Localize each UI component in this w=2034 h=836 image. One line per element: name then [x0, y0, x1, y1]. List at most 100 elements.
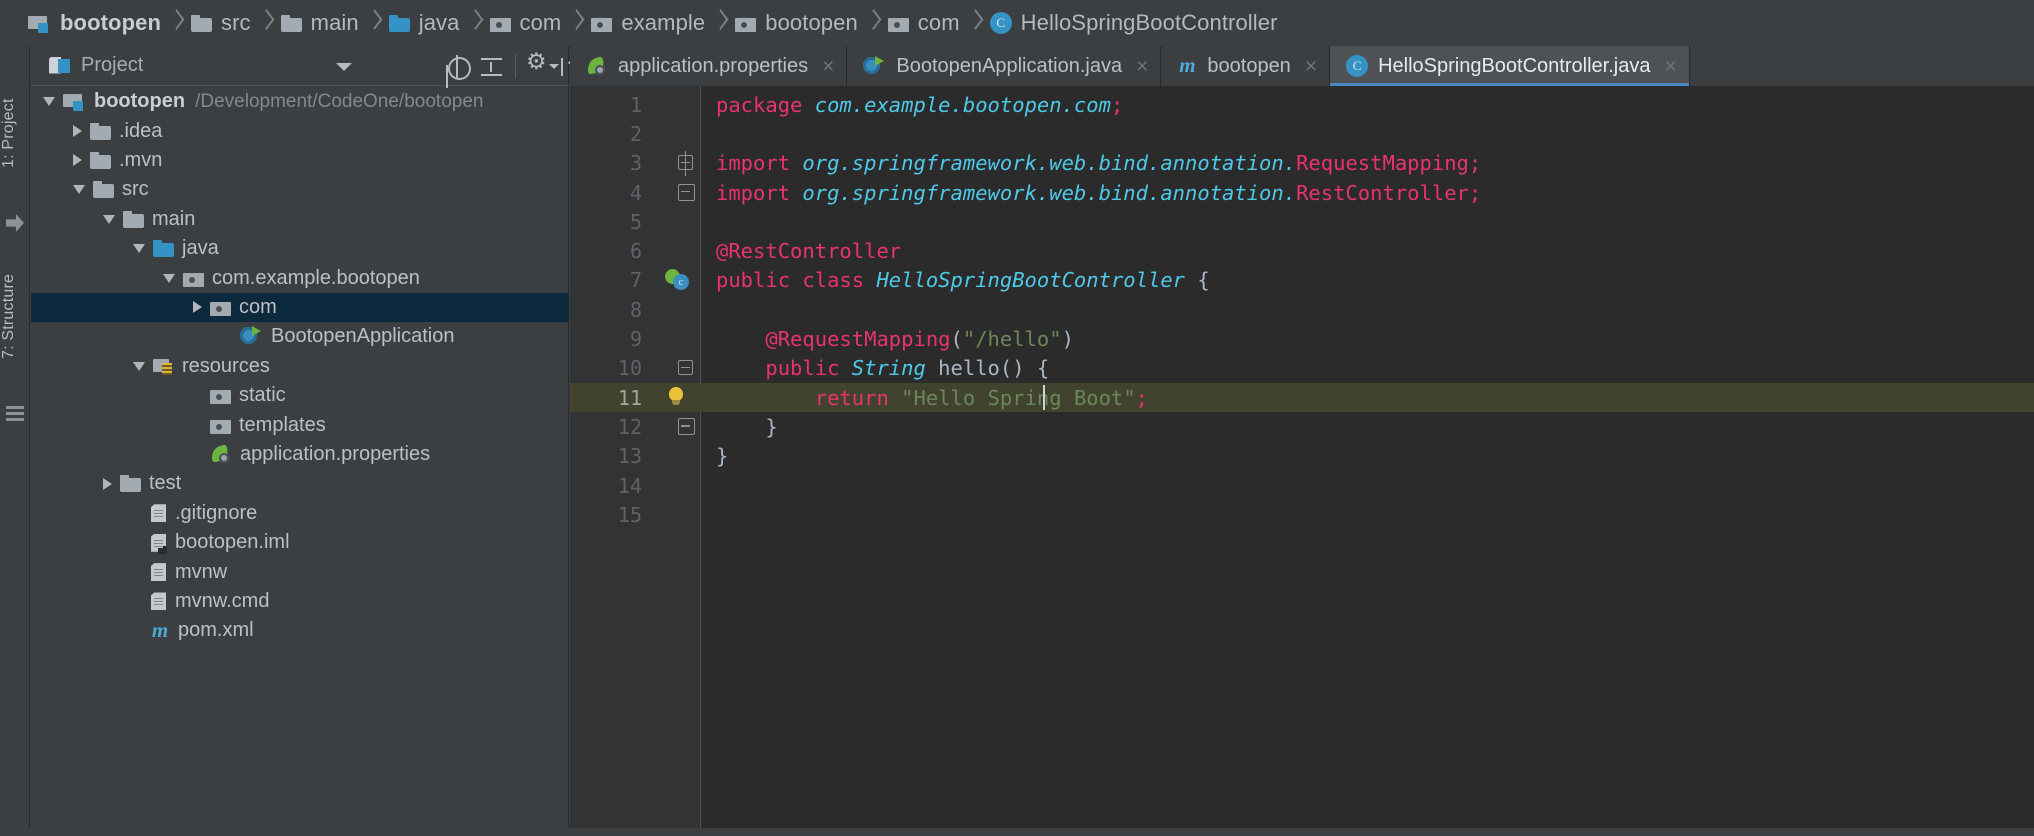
folder-icon	[191, 14, 212, 32]
breadcrumb-item-src[interactable]: src	[191, 0, 251, 46]
code-line[interactable]: 11 return "Hello Spring Boot";	[570, 383, 2034, 413]
tree-item-application-properties[interactable]: application.properties	[31, 440, 569, 469]
breadcrumb-item-example[interactable]: example	[591, 0, 705, 46]
tree-item-label: .mvn	[119, 148, 163, 171]
code-line[interactable]: 9 @RequestMapping("/hello")	[570, 324, 2034, 353]
tree-item-label: bootopen	[94, 90, 186, 113]
code-line[interactable]: 3 import org.springframework.web.bind.ann…	[570, 149, 2034, 178]
chevron-right-icon[interactable]	[73, 154, 82, 167]
breadcrumb-item-label: bootopen	[60, 10, 161, 35]
tree-item-com[interactable]: com	[31, 292, 569, 323]
editor-tab-hellospringbootcontroller-java[interactable]: C HelloSpringBootController.java ×	[1330, 46, 1690, 86]
chevron-down-icon[interactable]	[103, 214, 115, 224]
package-icon	[735, 15, 757, 32]
tree-item-mvnw[interactable]: mvnw	[31, 557, 569, 586]
project-arrow-icon	[6, 214, 24, 232]
close-icon[interactable]: ×	[1136, 56, 1148, 77]
code-fold-toggle-icon[interactable]	[678, 154, 696, 173]
code-line[interactable]: 13}	[570, 442, 2034, 471]
code-line[interactable]: 5	[570, 207, 2034, 236]
tree-item-src[interactable]: src	[31, 175, 569, 204]
tree-item--gitignore[interactable]: .gitignore	[31, 499, 569, 528]
tree-item-mvnw-cmd[interactable]: mvnw.cmd	[31, 587, 569, 616]
tree-item-templates[interactable]: templates	[31, 410, 569, 439]
tree-item-label: templates	[239, 413, 326, 436]
code-fold-toggle-icon[interactable]	[678, 418, 695, 436]
code-fold-toggle-icon[interactable]	[678, 183, 695, 201]
spring-bean-icon[interactable]	[665, 268, 689, 291]
line-number: 8	[629, 297, 642, 322]
tree-item-bootopenapplication[interactable]: BootopenApplication	[31, 322, 569, 351]
code-line[interactable]: 4 import org.springframework.web.bind.ann…	[570, 178, 2034, 207]
code-line[interactable]: 1 package com.example.bootopen.com;	[570, 90, 2034, 119]
code-line[interactable]: 7 public class HelloSpringBootController …	[570, 266, 2034, 295]
code-line[interactable]: 14	[570, 471, 2034, 500]
line-number: 5	[629, 209, 642, 234]
close-icon[interactable]: ×	[1664, 56, 1676, 77]
editor-tab-application-properties[interactable]: application.properties ×	[570, 46, 848, 86]
breadcrumb-item-hellospringbootcontroller[interactable]: C HelloSpringBootController	[989, 0, 1278, 46]
chevron-down-icon[interactable]	[133, 244, 145, 254]
tool-window-button-project[interactable]: 1: Project	[0, 58, 30, 208]
tree-item-main[interactable]: main	[31, 205, 569, 234]
tree-item-label: pom.xml	[178, 619, 254, 642]
close-icon[interactable]: ×	[1305, 56, 1317, 77]
code-line[interactable]: 15	[570, 500, 2034, 529]
code-editor[interactable]: 1 package com.example.bootopen.com; 2 3 impo…	[570, 86, 2034, 836]
gear-icon[interactable]	[526, 48, 551, 79]
tree-item--idea[interactable]: .idea	[31, 116, 569, 145]
breadcrumb-item-bootopen[interactable]: bootopen	[735, 0, 858, 46]
project-tree[interactable]: bootopen/Development/CodeOne/bootopen .id…	[31, 87, 569, 836]
locate-in-tree-icon[interactable]	[446, 55, 471, 80]
tree-item-bootopen[interactable]: bootopen/Development/CodeOne/bootopen	[31, 87, 569, 116]
breadcrumb-item-bootopen[interactable]: bootopen	[28, 0, 161, 46]
chevron-down-icon[interactable]	[133, 361, 145, 371]
code-line[interactable]: 2	[570, 119, 2034, 148]
iml-file-icon	[150, 533, 167, 553]
package-icon	[210, 387, 231, 405]
tree-item-label: bootopen.iml	[175, 531, 290, 554]
tree-item-bootopen-iml[interactable]: bootopen.iml	[31, 528, 569, 557]
editor-tab-bootopenapplication-java[interactable]: BootopenApplication.java ×	[847, 46, 1162, 86]
code-line[interactable]: 6 @RestController	[570, 237, 2034, 266]
folder-icon	[90, 151, 111, 169]
lightbulb-icon[interactable]	[666, 386, 688, 408]
breadcrumb-item-com[interactable]: com	[489, 0, 562, 46]
chevron-down-icon[interactable]	[336, 63, 352, 71]
tree-item-resources[interactable]: resources	[31, 352, 569, 381]
class-icon: C	[989, 12, 1012, 34]
close-icon[interactable]: ×	[822, 56, 834, 77]
code-line[interactable]: 12 }	[570, 412, 2034, 441]
gear-chevron-down-icon[interactable]	[549, 64, 559, 69]
tree-item-java[interactable]: java	[31, 234, 569, 263]
chevron-right-icon[interactable]	[193, 301, 202, 314]
tree-item--mvn[interactable]: .mvn	[31, 146, 569, 175]
tree-item-label: com.example.bootopen	[212, 266, 420, 289]
breadcrumb-item-label: java	[418, 10, 460, 35]
editor-tab-bootopen[interactable]: m bootopen ×	[1161, 46, 1331, 86]
tree-item-test[interactable]: test	[31, 469, 569, 498]
tool-window-button-structure[interactable]: 7: Structure	[0, 236, 30, 396]
code-fold-toggle-icon[interactable]	[678, 359, 696, 378]
breadcrumb-item-java[interactable]: java	[388, 0, 460, 46]
tree-item-pom-xml[interactable]: m pom.xml	[31, 616, 569, 645]
tree-item-label: mvnw.cmd	[175, 589, 270, 612]
line-number: 15	[617, 502, 642, 527]
breadcrumb-separator-icon	[561, 0, 591, 46]
file-icon	[150, 562, 167, 582]
chevron-down-icon[interactable]	[73, 185, 85, 195]
chevron-down-icon[interactable]	[43, 97, 55, 107]
spring-leaf-icon	[210, 444, 232, 464]
tree-item-label: resources	[182, 354, 270, 377]
collapse-all-icon[interactable]	[480, 55, 504, 79]
chevron-down-icon[interactable]	[163, 273, 175, 283]
chevron-right-icon[interactable]	[103, 477, 112, 490]
tree-item-static[interactable]: static	[31, 381, 569, 410]
breadcrumb-item-main[interactable]: main	[280, 0, 359, 46]
code-line[interactable]: 8	[570, 295, 2034, 324]
tree-item-com-example-bootopen[interactable]: com.example.bootopen	[31, 263, 569, 292]
chevron-right-icon[interactable]	[73, 125, 82, 138]
tree-item-label: .gitignore	[175, 501, 258, 524]
code-line[interactable]: 10 public String hello() {	[570, 354, 2034, 383]
breadcrumb-item-com[interactable]: com	[887, 0, 960, 46]
